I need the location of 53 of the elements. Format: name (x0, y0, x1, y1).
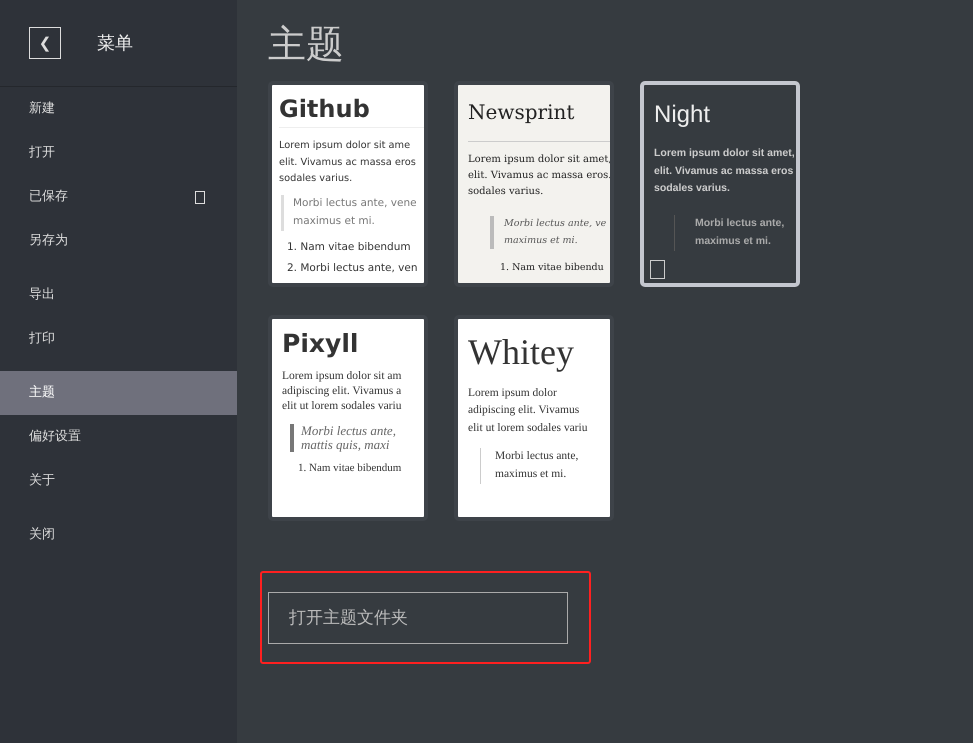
theme-preview-card[interactable]: Night Lorem ipsum dolor sit amet, elit. Vivamus ac massa eros sodales varius. Morbi lectus ante, maximus et mi. (640, 81, 800, 288)
sample-text-line: Lorem ipsum dolor sit ame (279, 139, 412, 154)
theme-preview-card[interactable]: Github Lorem ipsum dolor sit ame elit. Vivamus ac massa eros sodales varius. Morbi lectus ante, vene maximus et mi. 1. Nam vitae bibendum 2. Morbi lectus ante, ven (268, 81, 428, 288)
sidebar-item[interactable]: 主题 (0, 371, 237, 415)
sample-quote-line: maximus et mi. (293, 214, 376, 229)
sidebar-item[interactable]: 关闭 (0, 513, 237, 557)
theme-name: Newsprint (468, 91, 610, 142)
theme-name: Night (654, 100, 712, 130)
square-icon (195, 190, 205, 204)
sample-quote-line: Morbi lectus ante, (495, 449, 580, 464)
theme-name: Pixyll (282, 328, 360, 360)
sample-text-line: Lorem ipsum dolor sit am (282, 368, 402, 384)
theme-name: Whitey (468, 331, 575, 374)
sample-quote-line: maximus et mi. (495, 466, 568, 482)
sample-text-line: elit ut lorem sodales variu (468, 421, 588, 436)
sample-text-line: adipiscing elit. Vivamus a (282, 384, 402, 399)
sample-text-line: elit. Vivamus ac massa eros (654, 164, 794, 179)
menu-title: 菜单 (97, 32, 133, 56)
back-button[interactable]: ❮ (29, 27, 61, 59)
sample-text-line: Lorem ipsum dolor (468, 386, 558, 401)
sidebar-item[interactable]: 另存为 (0, 219, 237, 263)
sample-quote-line: Morbi lectus ante, (695, 216, 786, 232)
theme-name: Github (279, 91, 424, 128)
sample-text-line: sodales varius. (654, 181, 731, 196)
sample-text-line: elit. Vivamus ac massa eros. (468, 169, 610, 184)
sidebar-item[interactable]: 关于 (0, 459, 237, 503)
sample-text-line: adipiscing elit. Vivamus (468, 403, 580, 418)
sidebar-item[interactable]: 新建 (0, 87, 237, 131)
theme-preview-card[interactable]: Whitey Lorem ipsum dolor adipiscing elit. Vivamus elit ut lorem sodales variu Morbi lectus ante, maximus et mi. (454, 315, 614, 522)
sample-text-line: sodales varius. (279, 172, 354, 186)
sample-text-line: elit ut lorem sodales variu (282, 398, 402, 414)
open-folder-button[interactable]: 打开主题文件夹 (268, 592, 568, 644)
sample-list-item: 1. Nam vitae bibendum (287, 240, 412, 255)
sidebar-item[interactable]: 打印 (0, 317, 237, 361)
sample-text-line: Lorem ipsum dolor sit amet, (654, 146, 796, 162)
sample-list-item: 2. Morbi lectus ante, ven (287, 260, 418, 276)
sidebar-item[interactable]: 偏好设置 (0, 415, 237, 459)
sample-quote-line: Morbi lectus ante, (301, 424, 397, 438)
theme-preview-card[interactable]: Pixyll Lorem ipsum dolor sit am adipiscing elit. Vivamus a elit ut lorem sodales variu Morbi lectus ante, mattis quis, maxi 1. Nam vitae bibendum (268, 315, 428, 522)
sample-quote-line: maximus et mi. (504, 234, 579, 248)
sidebar-item[interactable]: 已保存 (0, 175, 237, 219)
sample-text-line: sodales varius. (468, 185, 544, 200)
sample-quote-line: Morbi lectus ante, ve (504, 217, 608, 232)
sample-text-line: elit. Vivamus ac massa eros (279, 156, 417, 170)
sample-list-item: 1. Nam vitae bibendu (500, 260, 605, 275)
sidebar-item[interactable]: 导出 (0, 273, 237, 317)
square-icon (650, 260, 665, 280)
sidebar-item[interactable]: 打开 (0, 131, 237, 175)
sample-list-item: 1. Nam vitae bibendum (298, 461, 402, 476)
page-title: 主题 (268, 21, 345, 68)
sample-quote-line: maximus et mi. (695, 234, 772, 250)
sample-quote-line: Morbi lectus ante, vene (293, 196, 418, 211)
sample-quote-line: mattis quis, maxi (301, 438, 390, 452)
